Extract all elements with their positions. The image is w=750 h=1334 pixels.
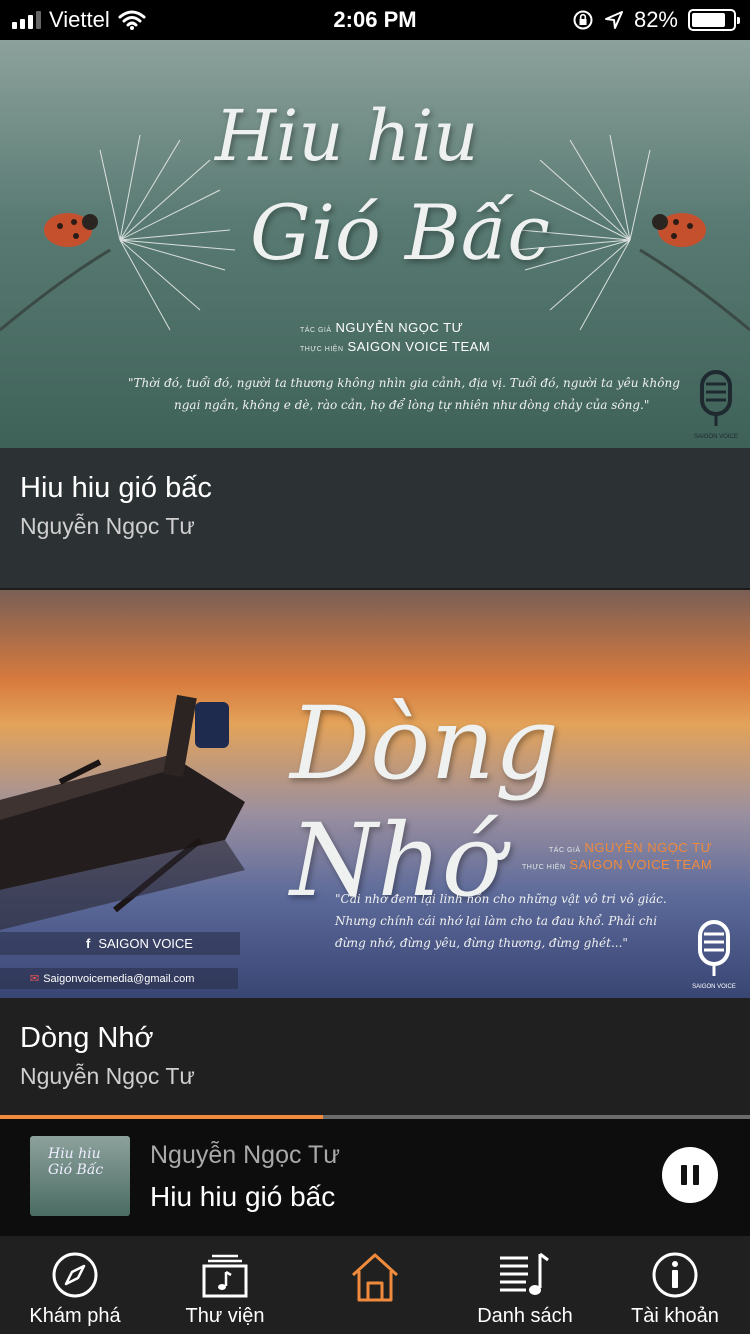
card-title: Hiu hiu gió bấc — [20, 472, 212, 504]
saigon-voice-logo: SAIGON VOICE — [694, 370, 738, 440]
tab-bar: Khám phá Thư viện Danh sách Tài khoản — [0, 1236, 750, 1334]
svg-text:SAIGON VOICE: SAIGON VOICE — [694, 434, 738, 440]
audiobook-card[interactable]: Hiu hiu Gió Bấc TÁC GIẢ NGUYỄN NGỌC TƯ TH… — [0, 40, 750, 588]
info-icon — [652, 1252, 698, 1298]
dandelion-ladybug-illustration — [0, 134, 236, 332]
saigon-voice-logo: SAIGON VOICE — [692, 920, 736, 990]
facebook-link: f SAIGON VOICE — [0, 932, 240, 955]
thumbnail-title: Hiu hiu Gió Bấc — [48, 1146, 104, 1178]
cover-author-credit: TÁC GIẢ NGUYỄN NGỌC TƯ — [300, 320, 464, 335]
tab-home[interactable] — [300, 1236, 450, 1334]
playlist-icon — [500, 1252, 549, 1295]
tab-library[interactable]: Thư viện — [150, 1236, 300, 1334]
cover-producer-credit: THỰC HIỆN SAIGON VOICE TEAM — [522, 857, 713, 872]
mail-icon: ✉ — [30, 973, 40, 985]
card-author: Nguyễn Ngọc Tư — [20, 1063, 195, 1089]
cover-author-credit: TÁC GIẢ NGUYỄN NGỌC TƯ — [549, 840, 713, 855]
cover-title-line2: Gió Bấc — [250, 188, 550, 277]
card-author: Nguyễn Ngọc Tư — [20, 513, 195, 539]
card-title: Dòng Nhớ — [20, 1022, 154, 1054]
cover-title: Dòng Nhớ — [290, 685, 559, 919]
facebook-icon: f — [86, 936, 91, 951]
cover-quote: "Thời đó, tuổi đó, người ta thương không… — [128, 376, 680, 412]
now-playing-thumbnail: Hiu hiu Gió Bấc — [30, 1136, 130, 1216]
tab-label: Danh sách — [477, 1305, 573, 1327]
tab-label: Tài khoản — [631, 1305, 719, 1327]
now-playing-author: Nguyễn Ngọc Tư — [150, 1141, 340, 1169]
tab-account[interactable]: Tài khoản — [600, 1236, 750, 1334]
audiobook-card[interactable]: Dòng Nhớ TÁC GIẢ NGUYỄN NGỌC TƯ THỰC HIỆN… — [0, 590, 750, 1117]
cover-art: Dòng Nhớ TÁC GIẢ NGUYỄN NGỌC TƯ THỰC HIỆN… — [0, 590, 750, 998]
now-playing-title: Hiu hiu gió bấc — [150, 1181, 336, 1212]
library-music-icon — [202, 1254, 248, 1298]
battery-icon — [688, 9, 740, 31]
mini-player[interactable]: Hiu hiu Gió Bấc Nguyễn Ngọc Tư Hiu hiu g… — [0, 1119, 750, 1236]
location-arrow-icon — [604, 11, 623, 29]
cover-producer-credit: THỰC HIỆN SAIGON VOICE TEAM — [300, 339, 491, 354]
tab-label: Thư viện — [185, 1305, 265, 1327]
tab-label: Khám phá — [29, 1305, 121, 1327]
tab-playlist[interactable]: Danh sách — [450, 1236, 600, 1334]
tab-explore[interactable]: Khám phá — [0, 1236, 150, 1334]
svg-text:SAIGON VOICE: SAIGON VOICE — [692, 984, 736, 990]
email-link: ✉ Saigonvoicemedia@gmail.com — [0, 968, 238, 989]
cover-art: Hiu hiu Gió Bấc TÁC GIẢ NGUYỄN NGỌC TƯ TH… — [0, 40, 750, 448]
pause-icon-bar — [693, 1165, 699, 1185]
home-icon — [351, 1253, 399, 1302]
boat-illustration — [0, 694, 245, 930]
battery-percent: 82% — [633, 7, 678, 32]
cover-title-line1: Hiu hiu — [215, 95, 479, 177]
rotation-lock-icon — [573, 10, 593, 30]
pause-button[interactable] — [662, 1147, 718, 1203]
pause-icon — [681, 1165, 687, 1185]
cover-quote: "Cái nhớ đem lại linh hồn cho những vật … — [335, 892, 667, 950]
status-bar: Viettel 2:06 PM 82% — [0, 0, 750, 40]
compass-icon — [52, 1252, 98, 1298]
